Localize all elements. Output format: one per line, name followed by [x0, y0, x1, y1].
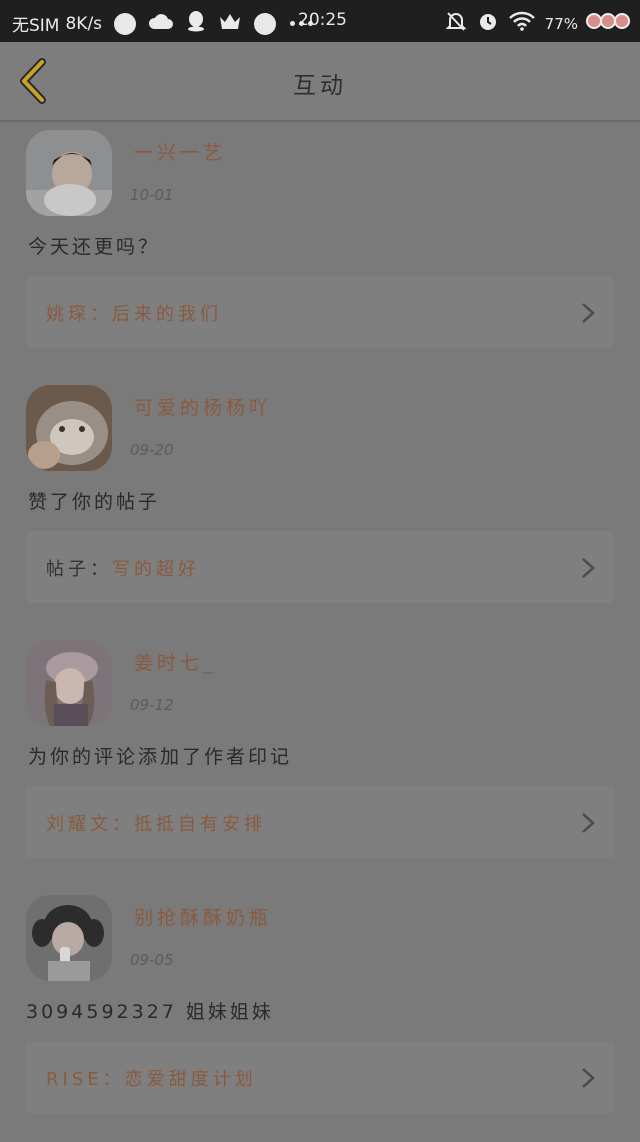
chevron-right-icon: [582, 303, 595, 323]
avatar[interactable]: [26, 640, 112, 726]
user-name[interactable]: 一兴一艺: [134, 138, 226, 165]
chevron-right-icon: [582, 1068, 595, 1088]
card-prefix: 帖子：: [46, 559, 112, 580]
list-item[interactable]: 可爱的杨杨吖 09-20 赞了你的帖子 帖子：写的超好: [0, 377, 640, 632]
chevron-right-icon: [582, 558, 595, 578]
alarm-icon: [477, 10, 499, 37]
planet-icon: [114, 12, 137, 35]
cloud-icon: [148, 11, 174, 36]
clock: 20:25: [298, 10, 347, 30]
wifi-icon: [508, 11, 535, 36]
card-prefix: 姚琛：: [46, 304, 112, 325]
message-text: 为你的评论添加了作者印记: [28, 746, 293, 768]
message-text: 3094592327 姐妹姐妹: [26, 1001, 274, 1023]
list-item[interactable]: 别抢酥酥奶瓶 09-05 3094592327 姐妹姐妹 RISE：恋爱甜度计划: [0, 887, 640, 1142]
battery-icon: [586, 13, 630, 34]
battery-level: 77%: [544, 14, 578, 33]
qq-icon: [186, 10, 206, 37]
post-date: 09-20: [130, 441, 174, 459]
card-prefix: 刘耀文：: [46, 814, 134, 835]
network-speed: 8K/s: [65, 13, 103, 34]
avatar[interactable]: [26, 385, 112, 471]
chevron-right-icon: [582, 813, 595, 833]
post-date: 09-12: [130, 696, 174, 714]
user-name[interactable]: 别抢酥酥奶瓶: [134, 903, 272, 930]
linked-post-card[interactable]: 刘耀文：抵抵自有安排: [26, 786, 614, 858]
top-navbar: 互动: [0, 42, 640, 122]
card-title: 恋爱甜度计划: [124, 1069, 257, 1090]
status-bar: 无SIM 8K/s 20:25 77%: [0, 0, 640, 42]
crown-icon: [218, 11, 242, 36]
palette-icon: [254, 12, 277, 35]
card-title: 抵抵自有安排: [134, 814, 266, 835]
interaction-list: 一兴一艺 10-01 今天还更吗？ 姚琛：后来的我们 可爱的杨杨吖 09-20 …: [0, 122, 640, 1142]
post-date: 10-01: [130, 186, 174, 204]
list-item[interactable]: 一兴一艺 10-01 今天还更吗？ 姚琛：后来的我们: [0, 122, 640, 377]
mute-bell-icon: [445, 10, 467, 37]
carrier-label: 无SIM: [12, 16, 60, 36]
post-date: 09-05: [130, 951, 174, 969]
card-title: 后来的我们: [112, 304, 222, 325]
list-item[interactable]: 姜时七_ 09-12 为你的评论添加了作者印记 刘耀文：抵抵自有安排: [0, 632, 640, 887]
message-text: 赞了你的帖子: [28, 491, 161, 513]
user-name[interactable]: 姜时七_: [134, 648, 217, 675]
avatar[interactable]: [26, 130, 112, 216]
avatar[interactable]: [26, 895, 112, 981]
page-title: 互动: [293, 73, 347, 99]
message-text: 今天还更吗？: [28, 236, 161, 258]
linked-post-card[interactable]: 姚琛：后来的我们: [26, 276, 614, 348]
linked-post-card[interactable]: RISE：恋爱甜度计划: [26, 1041, 614, 1113]
card-prefix: RISE：: [46, 1069, 125, 1090]
card-title: 写的超好: [112, 559, 200, 580]
linked-post-card[interactable]: 帖子：写的超好: [26, 531, 614, 603]
user-name[interactable]: 可爱的杨杨吖: [134, 393, 272, 420]
